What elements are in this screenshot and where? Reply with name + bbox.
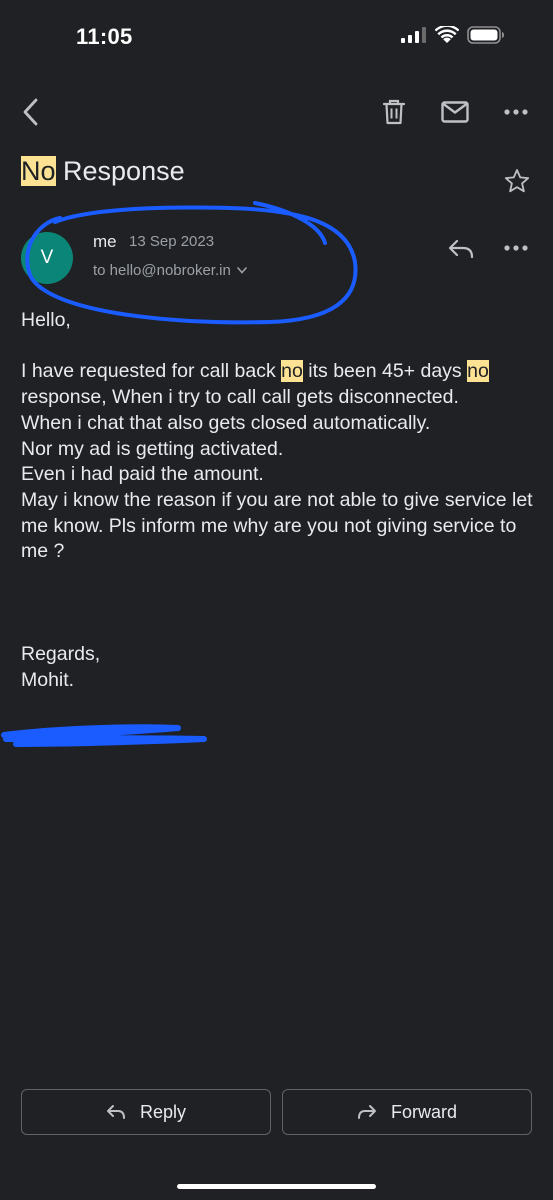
status-time: 11:05 [76, 24, 133, 49]
email-date: 13 Sep 2023 [129, 233, 215, 250]
reply-icon-button[interactable] [444, 232, 478, 266]
body-line: When i chat that also gets closed automa… [21, 411, 431, 434]
recipient-text: to hello@nobroker.in [93, 262, 231, 279]
body-text-segment: I have requested for call back [21, 360, 282, 383]
back-button[interactable] [14, 96, 46, 128]
subject-text: Response [55, 156, 185, 186]
forward-icon [357, 1105, 376, 1119]
body-greeting: Hello, [21, 309, 71, 331]
status-bar: 11:05 [0, 0, 553, 74]
body-line: Nor my ad is getting activated. [21, 437, 284, 460]
cellular-signal-icon [401, 27, 426, 43]
subject-highlight: No [21, 156, 56, 186]
reply-icon [448, 239, 474, 259]
sender-avatar[interactable]: V [21, 232, 73, 284]
body-highlight: no [281, 360, 303, 383]
recipient-details-toggle[interactable]: to hello@nobroker.in [93, 262, 247, 279]
wifi-icon [435, 26, 459, 43]
email-subject: No Response [21, 156, 185, 187]
forward-button[interactable]: Forward [282, 1089, 532, 1135]
body-line: May i know the reason if you are not abl… [21, 488, 533, 563]
avatar-letter: V [40, 247, 54, 268]
reply-button[interactable]: Reply [21, 1089, 271, 1135]
more-horizontal-icon [504, 109, 528, 115]
body-highlight: no [467, 360, 489, 383]
mark-unread-button[interactable] [439, 96, 471, 128]
battery-icon [467, 26, 504, 44]
forward-label: Forward [390, 1101, 457, 1122]
delete-button[interactable] [378, 96, 410, 128]
chevron-down-icon [237, 267, 247, 274]
chevron-left-icon [23, 98, 38, 126]
reply-label: Reply [139, 1101, 187, 1122]
redaction-scribble [1, 724, 207, 747]
more-options-button[interactable] [500, 96, 532, 128]
star-button[interactable] [500, 164, 534, 198]
message-more-button[interactable] [500, 232, 532, 264]
trash-icon [383, 99, 405, 125]
body-paragraph-1: I have requested for call back no its be… [21, 359, 536, 410]
star-icon [504, 169, 530, 193]
body-signoff: Regards, [21, 643, 101, 666]
reply-icon [106, 1105, 125, 1119]
sender-name: me [93, 232, 117, 251]
body-text-segment: response, When i try to call call gets d… [21, 386, 459, 409]
mail-icon [441, 101, 469, 123]
home-indicator[interactable] [177, 1184, 376, 1189]
body-line: Even i had paid the amount. [21, 463, 264, 486]
more-horizontal-icon [504, 245, 528, 251]
body-text-segment: its been 45+ days [302, 360, 468, 383]
body-signature: Mohit. [21, 668, 75, 691]
email-body: Hello, I have requested for call back no… [21, 308, 536, 693]
status-icons [401, 26, 505, 44]
